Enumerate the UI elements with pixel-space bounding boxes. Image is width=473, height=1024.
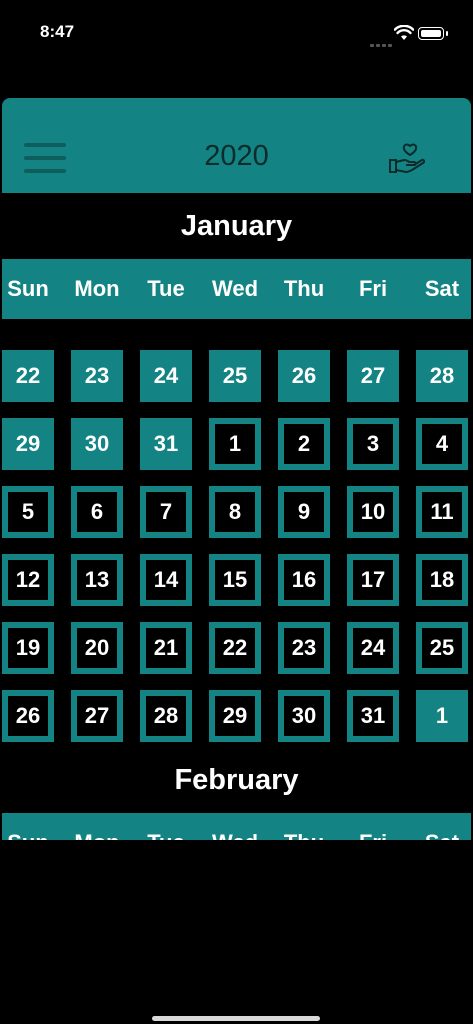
cellular-signal-icon: [370, 34, 394, 52]
day-cell[interactable]: 23: [278, 622, 330, 674]
day-cell[interactable]: 5: [2, 486, 54, 538]
adjacent-month-day-cell[interactable]: 30: [71, 418, 123, 470]
day-cell[interactable]: 4: [416, 418, 468, 470]
day-cell[interactable]: 26: [2, 690, 54, 742]
adjacent-month-day-cell[interactable]: 24: [140, 350, 192, 402]
day-cell[interactable]: 16: [278, 554, 330, 606]
day-cell[interactable]: 28: [140, 690, 192, 742]
status-bar: 8:47: [0, 0, 473, 70]
weekday-label: Sat: [409, 813, 471, 840]
month-title-january: January: [180, 210, 293, 242]
month-title-february: February: [174, 764, 299, 796]
day-cell[interactable]: 7: [140, 486, 192, 538]
weekday-label: Thu: [283, 276, 325, 301]
weekday-label: Sun: [7, 276, 49, 301]
adjacent-month-day-cell[interactable]: 22: [2, 350, 54, 402]
wifi-icon: [394, 25, 414, 40]
day-cell[interactable]: 19: [2, 622, 54, 674]
adjacent-month-day-cell[interactable]: 31: [140, 418, 192, 470]
weekday-header-january: Sun Mon Tue Wed Thu Fri Sat: [2, 259, 471, 319]
day-cell[interactable]: 6: [71, 486, 123, 538]
day-cell[interactable]: 12: [2, 554, 54, 606]
adjacent-month-day-cell[interactable]: 26: [278, 350, 330, 402]
day-cell[interactable]: 15: [209, 554, 261, 606]
day-cell[interactable]: 24: [347, 622, 399, 674]
weekday-label: Tue: [133, 813, 199, 840]
day-cell[interactable]: 14: [140, 554, 192, 606]
app-frame: 2020 January Sun Mon Tue Wed Thu Fri Sat 22 23 2…: [2, 98, 471, 840]
weekday-label: Sun: [2, 813, 61, 840]
day-cell[interactable]: 1: [209, 418, 261, 470]
adjacent-month-day-cell[interactable]: 23: [71, 350, 123, 402]
day-cell[interactable]: 3: [347, 418, 399, 470]
weekday-label: Fri: [340, 813, 406, 840]
day-cell[interactable]: 13: [71, 554, 123, 606]
day-cell[interactable]: 18: [416, 554, 468, 606]
day-cell[interactable]: 29: [209, 690, 261, 742]
adjacent-month-day-cell[interactable]: 27: [347, 350, 399, 402]
adjacent-month-day-cell[interactable]: 25: [209, 350, 261, 402]
weekday-label: Wed: [211, 276, 259, 301]
weekday-label: Thu: [271, 813, 337, 840]
day-cell[interactable]: 8: [209, 486, 261, 538]
day-cell[interactable]: 9: [278, 486, 330, 538]
day-cell[interactable]: 31: [347, 690, 399, 742]
day-cell[interactable]: 25: [416, 622, 468, 674]
weekday-label: Wed: [202, 813, 268, 840]
nav-bar: 2020: [2, 98, 471, 193]
day-cell[interactable]: 21: [140, 622, 192, 674]
day-cell[interactable]: 30: [278, 690, 330, 742]
battery-icon: [418, 27, 448, 40]
adjacent-month-day-cell[interactable]: 1: [416, 690, 468, 742]
day-cell[interactable]: 27: [71, 690, 123, 742]
heart-in-hand-icon[interactable]: [388, 142, 428, 178]
day-cell[interactable]: 17: [347, 554, 399, 606]
day-cell[interactable]: 20: [71, 622, 123, 674]
notch: [107, 0, 367, 44]
weekday-label: Mon: [64, 813, 130, 840]
weekday-label: Fri: [358, 276, 388, 301]
weekday-header-february: SunMonTueWedThuFriSat: [2, 813, 471, 840]
day-cell[interactable]: 2: [278, 418, 330, 470]
home-indicator[interactable]: [152, 1016, 320, 1021]
adjacent-month-day-cell[interactable]: 29: [2, 418, 54, 470]
weekday-label: Mon: [74, 276, 120, 301]
day-cell[interactable]: 22: [209, 622, 261, 674]
status-time: 8:47: [40, 22, 75, 41]
weekday-label: Tue: [147, 276, 185, 301]
weekday-label: Sat: [424, 276, 460, 301]
day-cell[interactable]: 10: [347, 486, 399, 538]
adjacent-month-day-cell[interactable]: 28: [416, 350, 468, 402]
day-cell[interactable]: 11: [416, 486, 468, 538]
